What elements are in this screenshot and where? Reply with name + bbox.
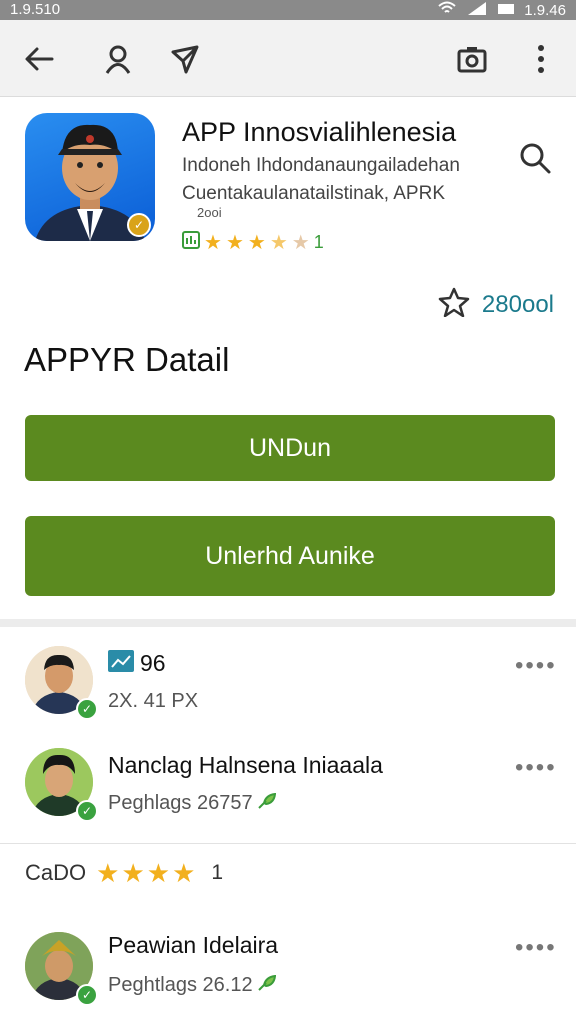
app-category: Cuentakaulanatailstinak, APRK [182, 183, 445, 204]
leaf-icon [258, 792, 277, 814]
top-toolbar [0, 20, 576, 97]
review-author: Nanclag Halnsena Iniaaala [108, 752, 383, 778]
star-icon: ★ [96, 858, 120, 888]
arrow-left-icon[interactable] [22, 42, 56, 76]
more-vert-icon[interactable] [524, 42, 558, 76]
camera-icon[interactable] [455, 42, 489, 76]
rating-count: 1 [211, 861, 224, 884]
wifi-icon [438, 1, 456, 19]
app-title: APP Innosvialihlenesia [182, 117, 457, 147]
star-icon: ★ [172, 858, 196, 888]
rating-label: CaDO [25, 860, 87, 885]
star-empty-icon: ★ [291, 231, 310, 254]
status-bar: 1.9.510 1.9.46 [0, 0, 576, 20]
star-icon: ★ [247, 231, 266, 254]
star-half-icon: ★ [269, 231, 288, 254]
review-date: Peghlags 26757 [108, 792, 253, 814]
review-date: Peghtlags 26.12 [108, 974, 253, 996]
media-icon [108, 650, 134, 677]
app-rating: ★ ★ ★ ★ ★ 1 [182, 231, 324, 254]
status-time-left: 1.9.510 [10, 1, 61, 18]
verified-badge-icon: ✓ [76, 698, 98, 720]
search-icon[interactable] [518, 141, 554, 177]
leaf-icon [258, 974, 277, 996]
battery-icon [498, 2, 515, 19]
star-icon: ★ [121, 858, 145, 888]
review-meta: 2X. 41 PX [108, 690, 199, 712]
star-icon: ★ [225, 231, 244, 254]
section-divider [0, 619, 576, 627]
install-button[interactable]: UNDun [25, 415, 555, 481]
rating-suffix: 1 [313, 232, 324, 252]
star-icon: ★ [146, 858, 171, 888]
signal-icon [466, 1, 488, 19]
star-outline-icon[interactable] [438, 287, 470, 322]
app-developer: Indoneh Ihdondanaungailadehan [182, 155, 460, 176]
wishlist-count: 280ool [481, 290, 554, 318]
person-icon[interactable] [101, 42, 135, 76]
more-horiz-icon[interactable]: •••• [515, 934, 557, 962]
verified-badge-icon: ✓ [76, 984, 98, 1006]
review-author: 96 [140, 650, 166, 676]
more-horiz-icon[interactable]: •••• [515, 754, 557, 782]
section-title: APPYR Datail [24, 341, 230, 378]
verified-badge-icon: ✓ [76, 800, 98, 822]
rating-summary: CaDO ★ ★ ★ ★ 1 [25, 860, 223, 886]
app-year: 2ooi [197, 205, 222, 220]
app-header: ✓ APP Innosvialihlenesia Indoneh Ihdonda… [0, 97, 576, 327]
send-icon[interactable] [168, 42, 202, 76]
review-title-row: 96 [108, 650, 166, 677]
review-meta: Peghlags 26757 [108, 792, 277, 815]
status-time-right: 1.9.46 [524, 1, 566, 19]
content-rating-icon [182, 231, 200, 254]
secondary-action-button[interactable]: Unlerhd Aunike [25, 516, 555, 596]
review-author: Peawian Idelaira [108, 932, 279, 958]
verified-badge-icon: ✓ [127, 213, 151, 237]
app-icon[interactable]: ✓ [25, 113, 155, 241]
more-horiz-icon[interactable]: •••• [515, 652, 557, 680]
divider [0, 843, 576, 844]
review-meta: Peghtlags 26.12 [108, 974, 277, 997]
wishlist[interactable]: 280ool [438, 287, 554, 322]
star-icon: ★ [204, 231, 222, 254]
